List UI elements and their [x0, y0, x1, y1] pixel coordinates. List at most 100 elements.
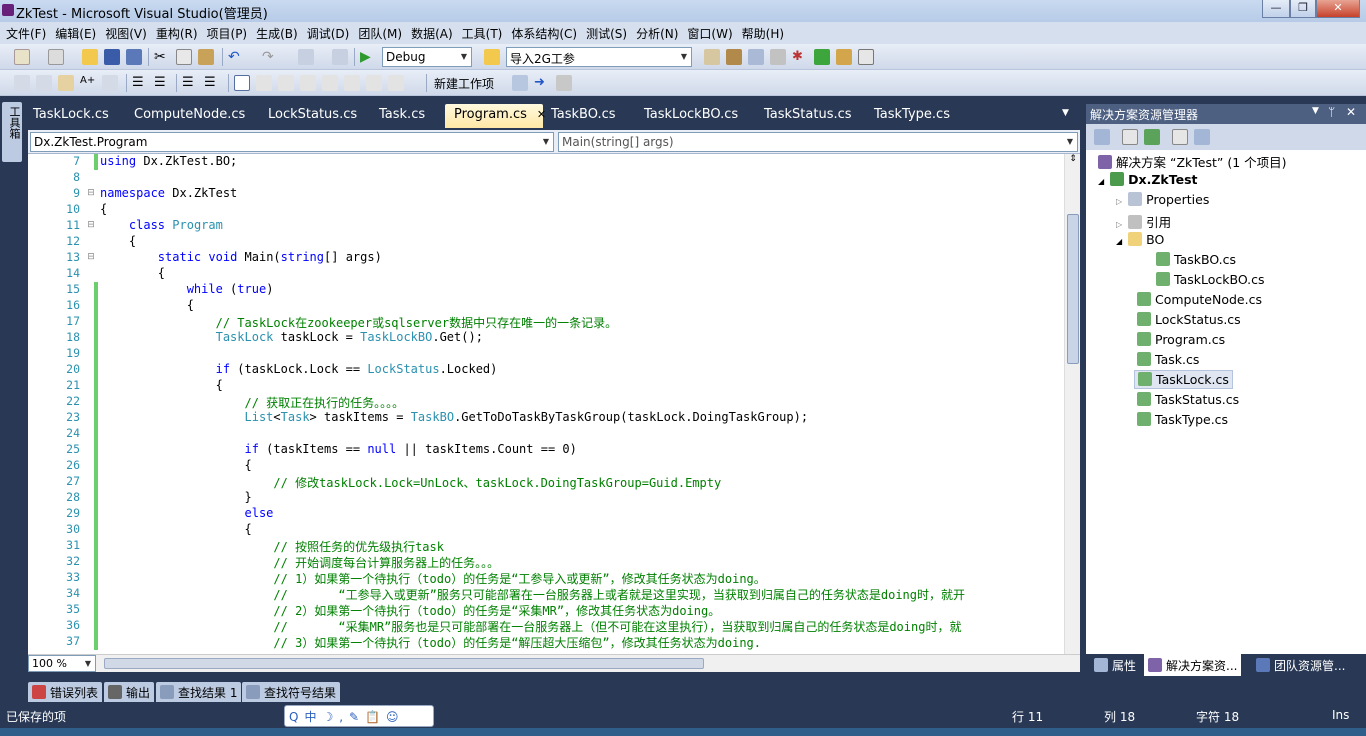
tab-taskbo[interactable]: TaskBO.cs: [542, 104, 624, 128]
tab-tasklock[interactable]: TaskLock.cs: [24, 104, 117, 128]
code-line[interactable]: static void Main(string[] args): [100, 250, 382, 264]
code-line[interactable]: // TaskLock在zookeeper或sqlserver数据中只存在唯一的…: [100, 314, 618, 331]
next-bookmark-icon[interactable]: [278, 75, 294, 91]
code-line[interactable]: {: [100, 378, 223, 392]
panel-close-icon[interactable]: ✕: [1346, 105, 1356, 119]
file-node[interactable]: TaskType.cs: [1137, 412, 1228, 427]
code-line[interactable]: else: [100, 506, 274, 520]
solution-explorer-icon[interactable]: [726, 49, 742, 65]
open-folder-icon[interactable]: [82, 49, 98, 65]
menu-view[interactable]: 视图(V): [99, 22, 150, 44]
copy-icon[interactable]: [176, 49, 192, 65]
code-line[interactable]: {: [100, 266, 165, 280]
add-item-icon[interactable]: [48, 49, 64, 65]
tab-program[interactable]: Program.cs ✕: [445, 104, 546, 128]
find-icon[interactable]: [704, 49, 720, 65]
code-line[interactable]: {: [100, 298, 194, 312]
menu-help[interactable]: 帮助(H): [736, 22, 787, 44]
file-node[interactable]: ComputeNode.cs: [1137, 292, 1262, 307]
comment-out-icon[interactable]: ☰: [182, 75, 198, 91]
start-debug-icon[interactable]: ▶: [360, 49, 376, 65]
menu-window[interactable]: 窗口(W): [681, 22, 735, 44]
code-line[interactable]: if (taskItems == null || taskItems.Count…: [100, 442, 577, 456]
close-button[interactable]: ✕: [1316, 0, 1360, 18]
code-line[interactable]: class Program: [100, 218, 223, 232]
solution-node[interactable]: 解决方案 “ZkTest” (1 个项目): [1098, 152, 1287, 171]
team-settings-icon[interactable]: [556, 75, 572, 91]
code-line[interactable]: // 开始调度每台计算服务器上的任务。。。: [100, 554, 499, 571]
horizontal-scroll-thumb[interactable]: [104, 658, 704, 669]
vertical-scrollbar[interactable]: ⇕: [1064, 154, 1080, 654]
code-line[interactable]: // “采集MR”服务也是只可能部署在一台服务器上（但不可能在这里执行），当获取…: [100, 618, 961, 635]
toolbox-icon[interactable]: ✱: [792, 49, 808, 65]
file-node[interactable]: TaskBO.cs: [1156, 252, 1236, 267]
increase-indent-icon[interactable]: ☰: [154, 75, 170, 91]
minimize-button[interactable]: —: [1262, 0, 1290, 18]
display-object-member-icon[interactable]: [14, 75, 30, 91]
code-line[interactable]: {: [100, 458, 251, 472]
menu-file[interactable]: 文件(F): [0, 22, 49, 44]
code-line[interactable]: if (taskLock.Lock == LockStatus.Locked): [100, 362, 498, 376]
code-line[interactable]: {: [100, 522, 251, 536]
project-node[interactable]: ◢ Dx.ZkTest: [1098, 172, 1197, 187]
code-editor[interactable]: 7 8 9 10 11 12 13 14 15 16 17 18 19 20 21 22 23 24 25 26 27 2…: [28, 154, 1080, 654]
refresh-icon[interactable]: [1144, 129, 1160, 145]
file-node[interactable]: Task.cs: [1137, 352, 1199, 367]
prev-bookmark-icon[interactable]: [256, 75, 272, 91]
tab-list-chevron-icon[interactable]: ▼: [1062, 108, 1069, 118]
collapse-arrow-icon[interactable]: ▷: [1116, 197, 1122, 206]
start-page-icon[interactable]: [814, 49, 830, 65]
collapse-outline-icon[interactable]: ⊟: [84, 188, 98, 198]
code-line[interactable]: // “工参导入或更新”服务只可能部署在一台服务器上或者就是这里实现，当获取到归…: [100, 586, 965, 603]
tab-solution-explorer[interactable]: 解决方案资...: [1144, 654, 1242, 676]
prev-doc-bookmark-icon[interactable]: [344, 75, 360, 91]
tab-tasklockbo[interactable]: TaskLockBO.cs: [635, 104, 746, 128]
pin-icon[interactable]: ᛘ: [1328, 105, 1335, 119]
next-bookmark-folder-icon[interactable]: [322, 75, 338, 91]
navigate-forward-icon[interactable]: [332, 49, 348, 65]
properties-page-icon[interactable]: [1122, 129, 1138, 145]
find-in-files-icon[interactable]: [484, 49, 500, 65]
go-arrow-icon[interactable]: ➜: [534, 75, 550, 91]
code-line[interactable]: // 按照任务的优先级执行task: [100, 538, 444, 555]
decrease-indent-icon[interactable]: ☰: [132, 75, 148, 91]
save-icon[interactable]: [104, 49, 120, 65]
new-workitem-button[interactable]: 新建工作项: [434, 75, 494, 92]
undo-icon[interactable]: ↶: [228, 49, 244, 65]
toolbox-tab[interactable]: 工具箱: [2, 102, 22, 162]
uncomment-icon[interactable]: ☰: [204, 75, 220, 91]
find-combo[interactable]: 导入2G工参 ▼: [506, 47, 692, 67]
file-node[interactable]: TaskLockBO.cs: [1156, 272, 1265, 287]
expand-arrow-icon[interactable]: ◢: [1098, 177, 1104, 186]
class-combo[interactable]: Dx.ZkTest.Program ▼: [30, 132, 554, 152]
tab-output[interactable]: 输出: [104, 682, 155, 702]
code-line[interactable]: // 3）如果第一个待执行（todo）的任务是“解压超大压缩包”，修改其任务状态…: [100, 634, 761, 651]
expand-arrow-icon[interactable]: ◢: [1116, 237, 1122, 246]
prev-bookmark-folder-icon[interactable]: [300, 75, 316, 91]
toggle-bookmark-icon[interactable]: [234, 75, 250, 91]
vertical-scroll-thumb[interactable]: [1067, 214, 1079, 364]
code-line[interactable]: {: [100, 202, 107, 216]
tab-team-explorer[interactable]: 团队资源管...: [1252, 654, 1349, 676]
file-node[interactable]: TaskStatus.cs: [1137, 392, 1239, 407]
code-line[interactable]: while (true): [100, 282, 274, 296]
redo-icon[interactable]: ↷: [262, 49, 278, 65]
menu-architecture[interactable]: 体系结构(C): [505, 22, 580, 44]
maximize-button[interactable]: ❐: [1290, 0, 1316, 18]
solution-config-dropdown[interactable]: Debug ▼: [382, 47, 472, 67]
code-line[interactable]: }: [100, 490, 251, 504]
code-line[interactable]: // 2）如果第一个待执行（todo）的任务是“采集MR”，修改其任务状态为do…: [100, 602, 720, 619]
quick-info-icon[interactable]: [58, 75, 74, 91]
tab-error-list[interactable]: 错误列表: [28, 682, 103, 702]
tab-tasktype[interactable]: TaskType.cs: [865, 104, 958, 128]
menu-tools[interactable]: 工具(T): [456, 22, 506, 44]
code-line[interactable]: using Dx.ZkTest.BO;: [100, 154, 237, 168]
show-all-files-icon[interactable]: [1094, 129, 1110, 145]
ime-toolbar[interactable]: Q中☽,✎📋☺: [284, 705, 434, 727]
zoom-combo[interactable]: 100 % ▼: [28, 655, 96, 672]
menu-team[interactable]: 团队(M): [352, 22, 405, 44]
split-icon[interactable]: ⇕: [1067, 154, 1079, 170]
code-line[interactable]: // 修改taskLock.Lock=UnLock、taskLock.Doing…: [100, 474, 721, 491]
cut-icon[interactable]: ✂: [154, 49, 170, 65]
menu-project[interactable]: 项目(P): [201, 22, 251, 44]
